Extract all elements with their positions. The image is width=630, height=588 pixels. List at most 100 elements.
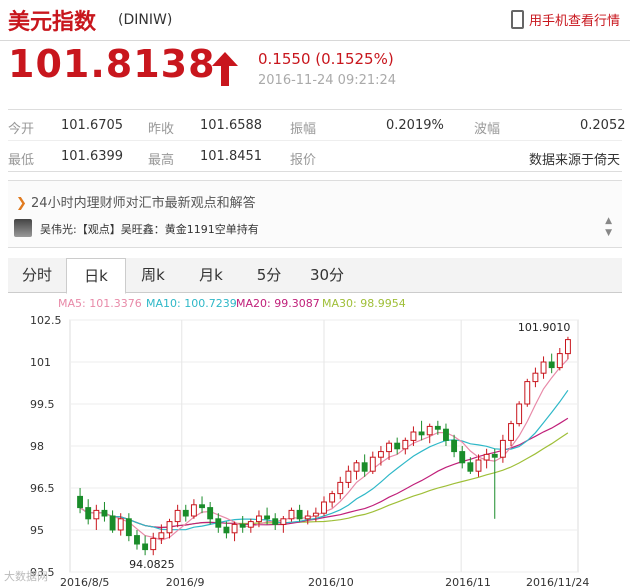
candle-body: [312, 512, 319, 517]
tab-fenshi[interactable]: 分时: [8, 258, 66, 292]
candle-body: [272, 518, 279, 525]
tab-daily-k[interactable]: 日k: [66, 258, 126, 294]
stat-value: 0.2052: [580, 118, 626, 133]
candle-body: [426, 425, 433, 436]
candle-body: [101, 509, 108, 517]
mobile-view-link[interactable]: 用手机查看行情: [510, 10, 620, 29]
x-tick-label: 2016/9: [166, 576, 205, 588]
y-tick-label: 98: [30, 440, 44, 453]
stat-label: 报价: [290, 153, 317, 168]
stat-label: 今开: [8, 122, 35, 137]
candle-body: [93, 509, 100, 520]
news-headline[interactable]: ❯ 24小时内理财师对汇市最新观点和解答: [16, 192, 256, 211]
candle-body: [402, 439, 409, 450]
candle-body: [353, 462, 360, 472]
stat-label: 最高: [148, 153, 175, 168]
candle-body: [134, 535, 140, 545]
advisor-news-panel: ❯ 24小时内理财师对汇市最新观点和解答 吴伟光:【观点】吴旺鑫：黄金1191空…: [8, 180, 622, 248]
candle-body: [467, 462, 474, 472]
stat-value: 101.6705: [61, 118, 124, 133]
candle-body: [85, 507, 92, 520]
candle-body: [256, 515, 262, 523]
stat-label: 昨收: [148, 122, 175, 137]
ma20-legend: MA20: 99.3087: [236, 297, 320, 310]
candle-body: [564, 339, 571, 355]
ma10-legend: MA10: 100.7239: [146, 297, 237, 310]
candle-body: [386, 442, 392, 453]
candle-body: [296, 509, 303, 520]
stats-row: 今开 101.6705 昨收 101.6588 振幅 0.2019% 波幅 0.…: [8, 110, 626, 141]
y-tick-label: 96.5: [30, 482, 55, 495]
candle-body: [499, 439, 506, 458]
chart-period-tabs: 分时 日k 周k 月k 5分 30分: [8, 258, 622, 294]
scroll-arrows-icon[interactable]: ▲ ▼: [605, 215, 612, 239]
candle-body: [182, 509, 189, 517]
tab-monthly-k[interactable]: 月k: [182, 258, 240, 292]
candle-body: [540, 361, 547, 374]
ma30-legend: MA30: 98.9954: [322, 297, 406, 310]
instrument-title: 美元指数: [8, 10, 97, 35]
y-tick-label: 102.5: [30, 314, 62, 327]
stats-table: 今开 101.6705 昨收 101.6588 振幅 0.2019% 波幅 0.…: [8, 109, 626, 172]
x-tick-label: 2016/10: [308, 576, 354, 588]
y-tick-label: 95: [30, 524, 44, 537]
tab-30min[interactable]: 30分: [298, 258, 356, 292]
candle-body: [418, 431, 425, 436]
candle-body: [223, 526, 230, 534]
candle-body: [125, 518, 132, 537]
mobile-view-label: 用手机查看行情: [528, 14, 620, 29]
candle-body: [158, 532, 165, 539]
news-item[interactable]: 吴伟光:【观点】吴旺鑫：黄金1191空单持有: [40, 221, 259, 237]
candle-body: [231, 523, 238, 534]
stat-value: 101.6588: [200, 118, 263, 133]
price-change: 0.1550 (0.1525%): [258, 50, 394, 68]
candle-body: [117, 518, 124, 531]
tab-5min[interactable]: 5分: [240, 258, 298, 292]
candle-body: [524, 381, 531, 405]
candle-body: [451, 439, 458, 453]
up-arrow-icon: [212, 52, 238, 86]
candle-body: [410, 431, 417, 441]
candle-body: [77, 495, 84, 509]
candle-body: [288, 509, 295, 520]
candle-body: [280, 518, 287, 525]
candle-body: [434, 425, 441, 430]
candle-body: [532, 372, 539, 383]
watermark: 大数据网: [4, 570, 48, 583]
candle-body: [369, 456, 376, 472]
ma5-legend: MA5: 101.3376: [58, 297, 142, 310]
data-source-text: 数据来源于倚天: [529, 153, 621, 168]
candle-body: [321, 501, 327, 514]
candle-body: [337, 481, 344, 495]
candle-body: [207, 507, 214, 520]
y-tick-label: 101: [30, 356, 51, 369]
candle-body: [239, 523, 246, 528]
candle-body: [329, 493, 336, 503]
phone-icon: [510, 10, 524, 29]
candle-body: [361, 462, 368, 472]
candle-body: [215, 518, 222, 528]
candle-body: [247, 521, 254, 528]
instrument-code: (DINIW): [118, 12, 173, 28]
candle-body: [264, 515, 271, 520]
candle-body: [548, 361, 555, 369]
candle-body: [150, 537, 157, 551]
candle-body: [174, 509, 181, 523]
x-tick-label: 2016/11: [445, 576, 491, 588]
candle-body: [483, 453, 490, 461]
tab-weekly-k[interactable]: 周k: [124, 258, 182, 292]
candle-body: [443, 428, 449, 441]
candle-body: [304, 515, 311, 520]
candle-body: [199, 504, 205, 509]
avatar: [14, 219, 32, 237]
stats-row: 最低 101.6399 最高 101.8451 报价 数据来源于倚天: [8, 141, 622, 171]
stat-value: 101.8451: [200, 149, 263, 164]
candle-body: [516, 403, 523, 425]
x-tick-label: 2016/11/24: [526, 576, 589, 588]
chevron-right-icon: ❯: [16, 196, 32, 211]
stat-value: 0.2019%: [386, 118, 444, 133]
candle-body: [459, 451, 466, 464]
stat-label: 振幅: [290, 122, 317, 137]
quote-header: 美元指数 (DINIW) 用手机查看行情: [0, 0, 630, 41]
x-tick-label: 2016/8/5: [60, 576, 109, 588]
